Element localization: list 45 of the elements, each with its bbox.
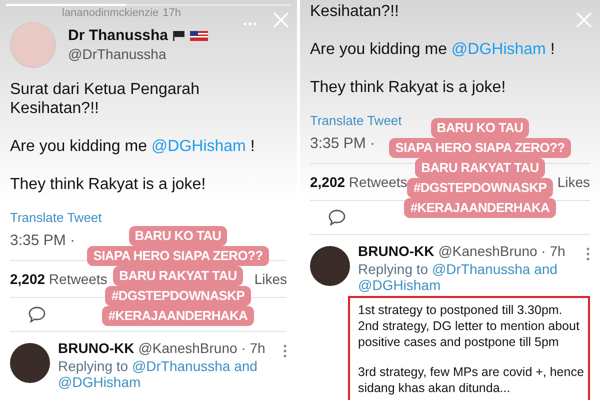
sticker-text: #DGSTEPDOWNASKP — [105, 286, 251, 306]
tweet-text: Are you kidding me @DGHisham ! — [310, 40, 556, 59]
tweet-timestamp: 3:35 PM · — [310, 135, 376, 153]
translate-link[interactable]: Translate Tweet — [10, 210, 102, 226]
more-icon[interactable] — [283, 344, 287, 358]
story-username: lananodinmckienzie — [62, 7, 159, 20]
tweet-text: They think Rakyat is a joke! — [310, 78, 507, 97]
reply-author: BRUNO-KK — [358, 243, 434, 259]
replying-to: Replying to @DrThanussha and @DGHisham — [358, 261, 558, 293]
tweet-text: Surat dari Ketua Pengarah Kesihatan?!! — [10, 80, 200, 118]
tweet-timestamp: 3:35 PM · — [10, 232, 76, 250]
likes-label: Likes — [557, 173, 590, 191]
likes-label: Likes — [254, 270, 287, 288]
striped-flag-icon — [190, 31, 208, 41]
sticker-text: SIAPA HERO SIAPA ZERO?? — [389, 138, 571, 158]
replying-to: Replying to @DrThanussha and @DGHisham — [58, 358, 258, 390]
story-time: 17h — [162, 7, 181, 20]
reply-text: 3rd strategy, few MPs are covid +, hence sidang khas akan ditunda... — [358, 364, 584, 396]
sticker-text: BARU RAKYAT TAU — [415, 158, 545, 178]
tweet-text: They think Rakyat is a joke! — [10, 175, 207, 194]
sticker-text: BARU RAKYAT TAU — [113, 266, 243, 286]
sticker-text: BARU KO TAU — [128, 226, 228, 246]
reply-handle: @KaneshBruno · 7h — [138, 340, 266, 356]
reply-author: BRUNO-KK — [58, 340, 134, 356]
reply-icon[interactable] — [28, 306, 46, 323]
reply-handle: @KaneshBruno · 7h — [438, 243, 566, 259]
more-icon[interactable] — [586, 247, 590, 261]
tweet-text: Are you kidding me @DGHisham ! — [10, 137, 256, 156]
author-name: Dr Thanussha — [68, 27, 168, 45]
avatar — [10, 22, 56, 68]
tweet-text: Kesihatan?!! — [310, 2, 400, 21]
reply-icon[interactable] — [328, 209, 346, 226]
avatar — [10, 343, 50, 383]
sticker-text: SIAPA HERO SIAPA ZERO?? — [87, 246, 269, 266]
flag-icon — [172, 31, 186, 41]
reply-text: 1st strategy to postponed till 3.30pm. 2nd strategy, DG letter to mention about positive cases and postpone till 5pm — [358, 302, 580, 350]
sticker-text: #DGSTEPDOWNASKP — [407, 178, 553, 198]
sticker-text: BARU KO TAU — [430, 118, 530, 138]
sticker-text: #KERAJAANDERHAKA — [102, 306, 254, 326]
translate-link[interactable]: Translate Tweet — [310, 113, 402, 129]
retweet-count: 2,202 Retweets — [10, 270, 108, 288]
avatar — [310, 246, 350, 286]
author-handle: @DrThanussha — [68, 45, 168, 63]
sticker-text: #KERAJAANDERHAKA — [404, 198, 556, 218]
retweet-count: 2,202 Retweets — [310, 173, 408, 191]
